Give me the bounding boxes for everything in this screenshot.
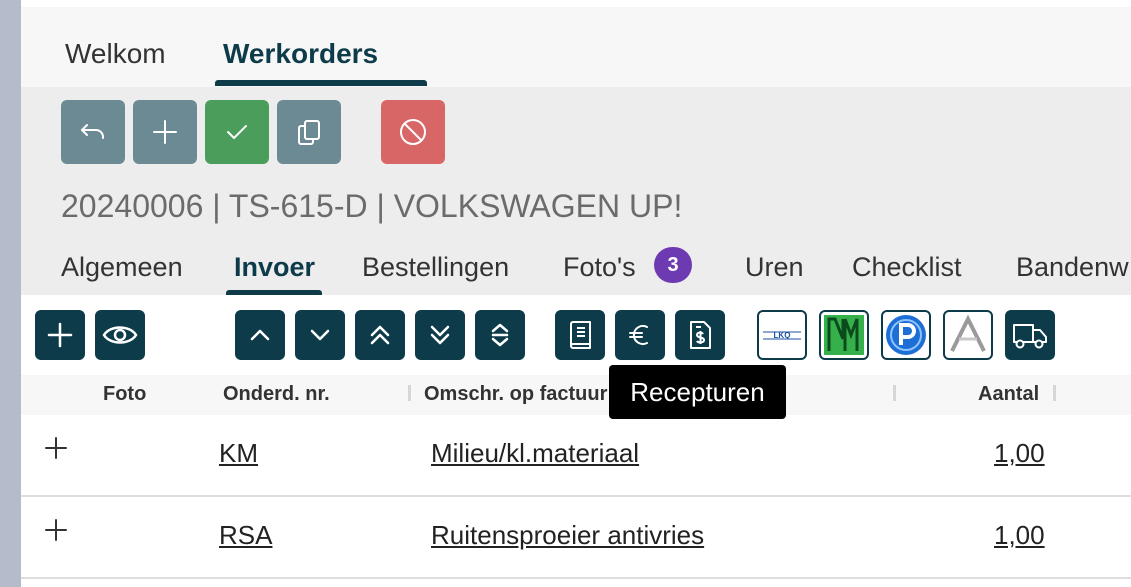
part-number[interactable]: RSA	[219, 519, 272, 551]
column-resize-handle[interactable]	[408, 385, 411, 401]
workorder-title: 20240006 | TS-615-D | VOLKSWAGEN UP!	[61, 188, 683, 224]
invoice-description[interactable]: Ruitensproeier antivries	[431, 519, 704, 551]
preview-button[interactable]	[95, 310, 145, 360]
column-foto[interactable]: Foto	[103, 383, 146, 406]
move-top-button[interactable]	[355, 310, 405, 360]
top-strip	[21, 0, 1131, 7]
move-up-button[interactable]	[235, 310, 285, 360]
undo-button[interactable]	[61, 100, 125, 164]
copy-icon	[298, 120, 320, 145]
cancel-icon	[400, 119, 426, 145]
plus-icon	[153, 120, 177, 144]
column-omschrijving[interactable]: Omschr. op factuur	[424, 383, 607, 406]
sort-icon	[491, 323, 509, 347]
double-chevron-down-icon	[430, 325, 450, 345]
add-button[interactable]	[133, 100, 197, 164]
delivery-button[interactable]	[1005, 310, 1055, 360]
photo-count-badge: 3	[654, 247, 692, 283]
a-logo-icon	[950, 314, 986, 352]
chevron-down-icon	[310, 329, 330, 341]
pricing-button[interactable]	[615, 310, 665, 360]
subtab-uren[interactable]: Uren	[745, 250, 804, 284]
subtab-fotos[interactable]: Foto's	[563, 250, 636, 284]
move-down-button[interactable]	[295, 310, 345, 360]
nm-logo-icon	[824, 315, 864, 355]
eye-icon	[102, 326, 138, 344]
catalog-button[interactable]	[555, 310, 605, 360]
expand-row-icon[interactable]	[45, 519, 67, 541]
lkq-logo-icon: LKQ	[762, 328, 802, 342]
quantity[interactable]: 1,00	[994, 519, 1045, 551]
tab-welkom[interactable]: Welkom	[65, 37, 166, 71]
part-number[interactable]: KM	[219, 437, 258, 469]
workorder-header: 20240006 | TS-615-D | VOLKSWAGEN UP! Alg…	[21, 87, 1131, 295]
expand-row-icon[interactable]	[45, 437, 67, 459]
undo-icon	[81, 124, 104, 139]
column-onderdeel-nr[interactable]: Onderd. nr.	[223, 383, 330, 406]
move-bottom-button[interactable]	[415, 310, 465, 360]
subtab-checklist[interactable]: Checklist	[852, 250, 962, 284]
table-row[interactable]: RSA Ruitensproeier antivries 1,00	[21, 497, 1131, 579]
nm-supplier-button[interactable]	[819, 310, 869, 360]
p-supplier-button[interactable]	[881, 310, 931, 360]
subtab-bandenw[interactable]: Bandenw	[1016, 250, 1129, 284]
sort-button[interactable]	[475, 310, 525, 360]
column-aantal[interactable]: Aantal	[978, 383, 1039, 406]
confirm-button[interactable]	[205, 100, 269, 164]
invoice-description[interactable]: Milieu/kl.materiaal	[431, 437, 639, 469]
subtab-bestellingen[interactable]: Bestellingen	[362, 250, 509, 284]
double-chevron-up-icon	[370, 325, 390, 345]
tab-werkorders[interactable]: Werkorders	[223, 37, 378, 71]
table-row[interactable]: KM Milieu/kl.materiaal 1,00	[21, 415, 1131, 497]
svg-text:LKQ: LKQ	[774, 331, 791, 340]
p-logo-icon	[886, 315, 926, 355]
active-tab-indicator	[215, 80, 427, 86]
recepturen-tooltip: Recepturen	[609, 365, 786, 419]
chevron-up-icon	[250, 329, 270, 341]
add-line-button[interactable]	[35, 310, 85, 360]
invoice-dollar-icon	[690, 321, 711, 349]
copy-button[interactable]	[277, 100, 341, 164]
euro-icon	[629, 325, 648, 345]
table-header: Foto Onderd. nr. Omschr. op factuur Aant…	[21, 375, 1131, 415]
cancel-button[interactable]	[381, 100, 445, 164]
truck-icon	[1013, 324, 1047, 349]
entry-toolbar: LKQ	[21, 295, 1131, 375]
check-icon	[227, 125, 247, 139]
left-rail	[0, 0, 21, 587]
lkq-supplier-button[interactable]: LKQ	[757, 310, 807, 360]
top-tab-bar: Welkom Werkorders	[21, 7, 1131, 87]
column-resize-handle[interactable]	[893, 385, 896, 401]
column-resize-handle[interactable]	[1053, 385, 1056, 401]
quantity[interactable]: 1,00	[994, 437, 1045, 469]
a-supplier-button[interactable]	[943, 310, 993, 360]
main-panel: Welkom Werkorders 20240006 | TS-615-D | …	[21, 7, 1131, 587]
recepturen-button[interactable]	[675, 310, 725, 360]
subtab-algemeen[interactable]: Algemeen	[61, 250, 183, 284]
plus-icon	[47, 322, 73, 348]
book-icon	[570, 321, 591, 349]
subtab-invoer[interactable]: Invoer	[234, 250, 315, 284]
